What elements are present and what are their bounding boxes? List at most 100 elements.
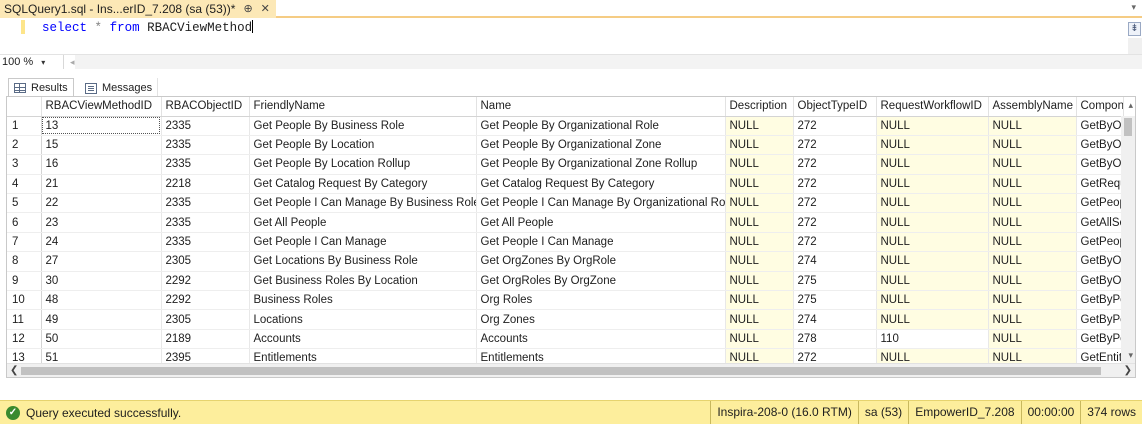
grid-cell[interactable]: Get People By Location	[249, 135, 477, 156]
horizontal-scrollbar[interactable]: ❮ ❯	[7, 363, 1135, 377]
grid-cell[interactable]: NULL	[876, 232, 989, 253]
row-number-cell[interactable]: 5	[7, 193, 42, 214]
grid-cell[interactable]: GetPeop	[1076, 193, 1124, 214]
grid-cell[interactable]: NULL	[988, 290, 1077, 311]
grid-cell[interactable]: Get People By Location Rollup	[249, 154, 477, 175]
grid-cell[interactable]: 2335	[161, 154, 250, 175]
table-row[interactable]: 11 49 2305 Locations Org Zones NULL 274 NULL NUL…	[7, 309, 1124, 330]
grid-cell[interactable]: NULL	[725, 329, 794, 350]
grid-cell[interactable]: GetPeop	[1076, 232, 1124, 253]
grid-cell[interactable]: 16	[41, 154, 162, 175]
grid-cell[interactable]: 24	[41, 232, 162, 253]
grid-cell[interactable]: Org Roles	[476, 290, 726, 311]
grid-cell[interactable]: 2335	[161, 116, 250, 136]
row-number-cell[interactable]: 3	[7, 154, 42, 175]
grid-cell[interactable]: Get People I Can Manage By Business Role	[249, 193, 477, 214]
grid-cell[interactable]: Get Catalog Request By Category	[249, 174, 477, 195]
editor-scrollbar[interactable]	[1128, 38, 1142, 54]
grid-cell[interactable]: 2189	[161, 329, 250, 350]
grid-cell[interactable]: 2305	[161, 309, 250, 330]
grid-cell[interactable]: 272	[793, 232, 877, 253]
zoom-dropdown[interactable]: 100 % ▾	[0, 55, 64, 69]
grid-cell[interactable]: Get OrgZones By OrgRole	[476, 251, 726, 272]
grid-cell[interactable]: NULL	[725, 116, 794, 136]
grid-cell[interactable]: NULL	[725, 309, 794, 330]
scroll-left-icon[interactable]: ❮	[10, 364, 18, 377]
grid-cell[interactable]: 272	[793, 116, 877, 136]
table-row[interactable]: 6 23 2335 Get All People Get All People NULL 2…	[7, 212, 1124, 233]
grid-cell[interactable]: NULL	[725, 193, 794, 214]
grid-cell[interactable]: NULL	[988, 251, 1077, 272]
grid-cell[interactable]: 30	[41, 271, 162, 292]
grid-cell[interactable]: GetAllSe	[1076, 212, 1124, 233]
grid-cell[interactable]: Accounts	[249, 329, 477, 350]
grid-cell[interactable]: 2218	[161, 174, 250, 195]
grid-cell[interactable]: NULL	[988, 193, 1077, 214]
grid-cell[interactable]: 272	[793, 154, 877, 175]
grid-cell[interactable]: 22	[41, 193, 162, 214]
grid-cell[interactable]: 50	[41, 329, 162, 350]
grid-cell[interactable]: NULL	[725, 154, 794, 175]
row-number-cell[interactable]: 7	[7, 232, 42, 253]
grid-cell[interactable]: NULL	[876, 271, 989, 292]
grid-cell[interactable]: 2335	[161, 232, 250, 253]
grid-cell[interactable]: 27	[41, 251, 162, 272]
grid-cell[interactable]: 2292	[161, 271, 250, 292]
grid-cell[interactable]: NULL	[876, 309, 989, 330]
grid-cell[interactable]: GetByOr	[1076, 135, 1124, 156]
grid-cell[interactable]: Get Business Roles By Location	[249, 271, 477, 292]
column-header[interactable]: Name	[476, 97, 726, 117]
column-header[interactable]: FriendlyName	[249, 97, 477, 117]
grid-cell[interactable]: Org Zones	[476, 309, 726, 330]
grid-cell[interactable]: NULL	[988, 154, 1077, 175]
grid-cell[interactable]: 2335	[161, 193, 250, 214]
grid-cell[interactable]: NULL	[725, 251, 794, 272]
grid-cell[interactable]: 13	[41, 116, 162, 136]
table-row[interactable]: 10 48 2292 Business Roles Org Roles NULL 275 NU…	[7, 290, 1124, 311]
grid-cell[interactable]: 48	[41, 290, 162, 311]
grid-cell[interactable]: NULL	[876, 154, 989, 175]
grid-cell[interactable]: NULL	[876, 251, 989, 272]
grid-cell[interactable]: 272	[793, 212, 877, 233]
row-number-cell[interactable]: 8	[7, 251, 42, 272]
grid-cell[interactable]: NULL	[988, 232, 1077, 253]
grid-cell[interactable]: Get People By Organizational Zone	[476, 135, 726, 156]
grid-cell[interactable]: NULL	[725, 212, 794, 233]
grid-cell[interactable]: Accounts	[476, 329, 726, 350]
row-number-header[interactable]	[7, 97, 42, 117]
grid-cell[interactable]: Get People I Can Manage	[249, 232, 477, 253]
close-icon[interactable]: ✕	[261, 3, 270, 15]
grid-cell[interactable]: Get People I Can Manage By Organizationa…	[476, 193, 726, 214]
grid-cell[interactable]: NULL	[725, 174, 794, 195]
grid-cell[interactable]: NULL	[988, 135, 1077, 156]
grid-cell[interactable]: NULL	[876, 290, 989, 311]
grid-cell[interactable]: NULL	[876, 212, 989, 233]
column-header[interactable]: RequestWorkflowID	[876, 97, 989, 117]
split-window-icon[interactable]: ⇟	[1128, 22, 1141, 36]
row-number-cell[interactable]: 10	[7, 290, 42, 311]
grid-cell[interactable]: NULL	[988, 116, 1077, 136]
grid-cell[interactable]: Get Locations By Business Role	[249, 251, 477, 272]
row-number-cell[interactable]: 2	[7, 135, 42, 156]
row-number-cell[interactable]: 12	[7, 329, 42, 350]
pin-icon[interactable]: ⊕	[243, 3, 252, 15]
scroll-down-icon[interactable]: ▾	[1128, 350, 1133, 361]
grid-cell[interactable]: 2335	[161, 212, 250, 233]
grid-cell[interactable]: 274	[793, 309, 877, 330]
grid-cell[interactable]: GetByOr	[1076, 116, 1124, 136]
grid-cell[interactable]: GetByPe	[1076, 329, 1124, 350]
grid-cell[interactable]: 2335	[161, 135, 250, 156]
editor-horizontal-scrollbar[interactable]	[74, 55, 1142, 69]
scroll-right-icon[interactable]: ❯	[1124, 364, 1132, 377]
table-row[interactable]: 12 50 2189 Accounts Accounts NULL 278 110 NULL Ge…	[7, 329, 1124, 350]
scroll-up-icon[interactable]: ▴	[1128, 100, 1133, 111]
grid-cell[interactable]: Business Roles	[249, 290, 477, 311]
table-row[interactable]: 3 16 2335 Get People By Location Rollup Get …	[7, 154, 1124, 175]
grid-cell[interactable]: 2305	[161, 251, 250, 272]
grid-cell[interactable]: NULL	[725, 290, 794, 311]
table-row[interactable]: 5 22 2335 Get People I Can Manage By Busine…	[7, 193, 1124, 214]
grid-cell[interactable]: NULL	[988, 212, 1077, 233]
grid-cell[interactable]: GetRequ	[1076, 174, 1124, 195]
table-row[interactable]: 9 30 2292 Get Business Roles By Location Get…	[7, 271, 1124, 292]
row-number-cell[interactable]: 9	[7, 271, 42, 292]
